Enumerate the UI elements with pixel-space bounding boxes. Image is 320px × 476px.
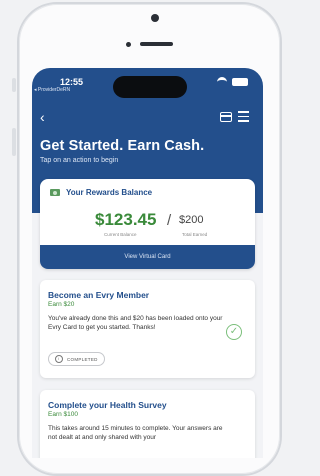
phone-side-button-upper [12,78,16,92]
page-title: Get Started. Earn Cash. [40,138,205,154]
current-balance-amount: $123.45 [95,210,157,229]
back-to-app-link[interactable]: ◂ ProviderDeRN [34,87,70,93]
task-description: You've already done this and $20 has bee… [48,315,223,331]
total-earned-amount: $200 [179,214,204,226]
task-title: Become an Evry Member [48,290,150,300]
task-earn-amount: Earn $20 [48,301,75,308]
task-card-evry-member[interactable]: Become an Evry Member Earn $20 You've al… [40,280,255,378]
current-balance-label: Current Balance [104,232,137,237]
status-time: 12:55 [60,77,84,87]
status-bar: 12:55 ◂ ProviderDeRN [32,68,263,98]
battery-icon [232,78,248,86]
sensor-dot [126,42,131,47]
checkmark-icon: ✓ [226,324,242,340]
page-subtitle: Tap on an action to begin [40,157,119,164]
view-virtual-card-button[interactable]: View Virtual Card [40,245,255,269]
rewards-header: Your Rewards Balance [50,188,152,197]
phone-side-button-lower [12,128,16,156]
balance-divider: / [167,212,172,229]
wifi-icon [217,77,227,87]
cash-icon [50,189,60,196]
status-badge-label: COMPLETED [67,356,98,362]
app-screen: 12:55 ◂ ProviderDeRN ‹ Get Started. Earn… [32,68,263,458]
task-earn-amount: Earn $100 [48,411,78,418]
wallet-card-icon[interactable] [220,112,232,122]
back-chevron-icon[interactable]: ‹ [40,110,45,124]
app-toolbar: ‹ [32,108,263,126]
status-badge: i COMPLETED [48,352,105,366]
rewards-balance-card: Your Rewards Balance $123.45 / $200 Curr… [40,179,255,269]
status-icons [217,77,248,87]
earpiece-speaker [140,42,173,46]
total-earned-label: Total Earned [182,232,208,237]
info-icon: i [55,355,63,363]
task-title: Complete your Health Survey [48,400,167,410]
rewards-title: Your Rewards Balance [66,188,153,197]
front-camera [151,14,159,22]
dynamic-island [113,76,187,98]
task-description: This takes around 15 minutes to complete… [48,425,223,441]
hamburger-menu-icon[interactable] [238,111,249,122]
